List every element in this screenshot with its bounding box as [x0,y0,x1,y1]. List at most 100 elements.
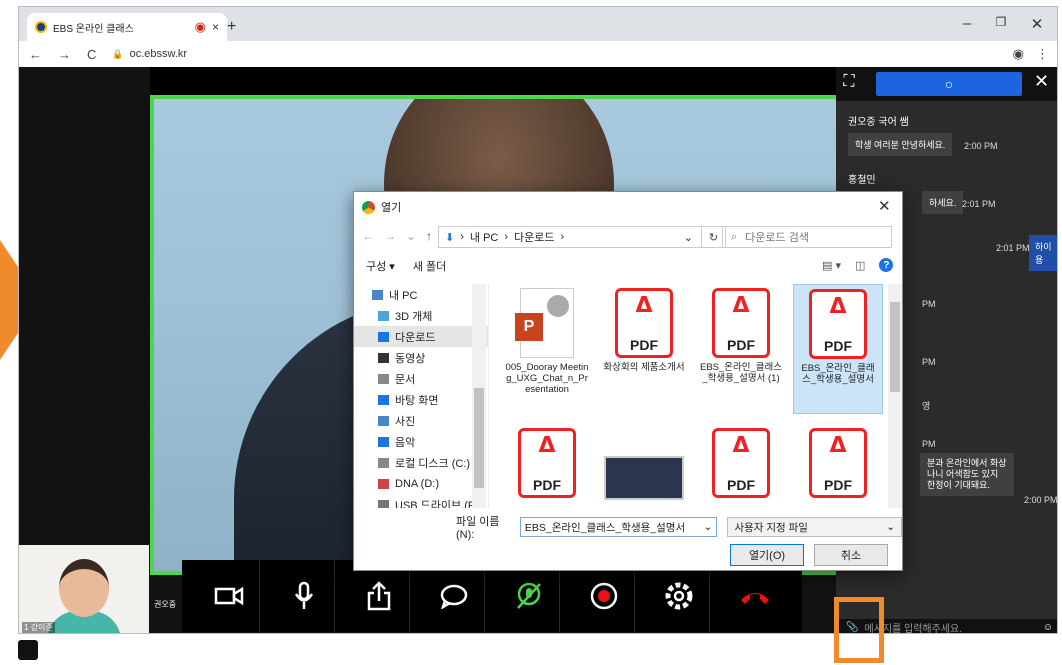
tree-item[interactable]: 문서 [354,368,488,389]
open-button[interactable]: 열기(O) [730,544,804,566]
download-folder-icon: ⬇ [445,231,455,244]
tree-item[interactable]: 바탕 화면 [354,389,488,410]
view-options-icon[interactable]: ▤ ▾ [822,259,841,272]
folder-icon [378,436,389,447]
corner-square [18,640,38,660]
tree-item[interactable]: 동영상 [354,347,488,368]
pdf-file-icon: ᐃ PDF [615,288,673,358]
forward-icon[interactable]: → [58,47,71,62]
emoji-icon[interactable]: ☺ [1043,622,1053,633]
chat-sender: 권오중 국어 쌤 [848,117,909,128]
preview-pane-icon[interactable]: ◫ [855,259,865,272]
file-item[interactable]: ᐃ PDF 화상회의 제품소개서 [599,284,689,414]
chat-fragment: 영 [922,401,931,411]
chat-icon [440,584,468,609]
browser-tab[interactable]: EBS 온라인 클래스 ◉ × [27,13,227,41]
tree-item[interactable]: 내 PC [354,284,488,305]
tree-scroll-thumb[interactable] [474,388,484,488]
chat-message: 학생 여러분 안녕하세요. [848,133,953,156]
fullscreen-icon[interactable]: ⛶ [836,73,862,91]
tree-item-label: 내 PC [389,289,418,302]
tree-item[interactable]: 다운로드 [354,326,488,347]
command-bar: 구성 ▾ 새 폴더 [354,254,902,278]
file-item[interactable]: ᐃ PDF EBS_온라인_클래스_학생용_설명서 (1) [696,284,786,414]
folder-tree: 내 PC 3D 개체다운로드동영상문서바탕 화면사진음악로컬 디스크 (C:) DN… [354,284,489,508]
chat-message: 하세요. [922,191,964,214]
folder-icon [378,373,389,384]
image-thumbnail-icon [604,456,684,500]
tree-item[interactable]: USB 드라이브 (F [354,494,488,508]
filename-label: 파일 이름(N): [456,516,500,541]
tree-item-label: 바탕 화면 [395,394,439,407]
chat-message: 분과 온라인에서 화상 나니 어색함도 있지 한정이 기대돼요. [920,453,1014,496]
tab-close-icon[interactable]: × [212,20,219,34]
tree-item[interactable]: 음악 [354,431,488,452]
breadcrumb-sep-icon: › [504,231,509,243]
folder-icon [378,499,389,508]
profile-icon[interactable]: ◉ [1013,46,1024,62]
speaker-name: 권오중 [154,600,177,609]
mic-button[interactable] [275,560,335,632]
file-item[interactable]: P 005_Dooray Meeting_UXG_Chat_n_Presentat… [502,284,592,414]
tree-item-label: 로컬 디스크 (C:) [395,457,471,470]
url-field[interactable]: oc.ebssw.kr [130,48,187,60]
tree-item[interactable]: DNA (D:) [354,473,488,494]
breadcrumb[interactable]: ⬇ › 내 PC › 다운로드 › ⌄ [438,226,702,248]
record-dot-icon: ◉ [194,19,206,34]
help-icon[interactable]: ? [879,258,894,272]
chat-tab[interactable]: ○ [876,72,1022,96]
path-dropdown-icon[interactable]: ⌄ [684,231,693,244]
participant-thumbnail[interactable]: 1 강이준 [19,545,149,633]
new-tab-button[interactable]: + [227,18,236,36]
address-bar: ← → C 🔒 oc.ebssw.kr ◉ ⋮ [19,41,1057,67]
microphone-icon [294,581,314,609]
camera-button[interactable] [200,560,260,632]
tree-item-label: 다운로드 [395,331,436,344]
dialog-title: 열기 [381,202,402,214]
window-close-icon[interactable]: ✕ [1017,15,1057,33]
new-folder-button[interactable]: 새 폴더 [413,258,446,274]
settings-icon [665,582,693,610]
tree-item[interactable]: 로컬 디스크 (C:) [354,452,488,473]
tree-item[interactable]: 3D 개체 [354,305,488,326]
chat-sender: 홍철민 [848,175,876,186]
file-item[interactable]: ᐃ PDF [502,424,592,508]
file-item[interactable]: ᐃ PDF [696,424,786,508]
forward-icon[interactable]: → [384,229,396,243]
breadcrumb-item[interactable]: 내 PC [470,229,498,245]
chat-time: PM [922,299,936,309]
back-icon[interactable]: ← [29,47,42,62]
recent-chevron-icon[interactable]: ⌄ [406,229,416,243]
file-item[interactable]: ᐃ PDF EBS_온라인_클래스_학생용_설명서 [793,284,883,414]
tree-item-label: 문서 [395,373,416,386]
files-scroll-thumb[interactable] [890,302,900,392]
breadcrumb-item[interactable]: 다운로드 [514,229,554,245]
chat-header: ⛶ ○ ✕ [836,67,1057,101]
folder-icon [378,352,389,363]
dialog-titlebar: 열기 [354,192,902,222]
back-icon[interactable]: ← [362,229,374,243]
breadcrumb-sep-icon: › [460,231,464,243]
file-item[interactable]: ᐃ PDF [793,424,883,508]
camera-icon [214,586,244,606]
search-field[interactable]: ⌕ 다운로드 검색 [722,226,892,248]
mic-activity-icon [517,582,541,609]
pdf-file-icon: ᐃ PDF [518,428,576,498]
pdf-file-icon: ᐃ PDF [712,428,770,498]
organize-button[interactable]: 구성 ▾ [366,258,395,274]
reload-icon[interactable]: C [87,47,96,62]
dialog-close-icon[interactable]: ✕ [878,197,891,215]
chevron-down-icon: ⌄ [703,521,713,533]
up-icon[interactable]: ↑ [426,229,432,243]
menu-icon[interactable]: ⋮ [1036,46,1049,62]
maximize-icon[interactable]: ❐ [981,15,1021,29]
file-item[interactable] [599,424,689,508]
search-placeholder: 다운로드 검색 [745,232,809,244]
filetype-select[interactable]: 사용자 지정 파일 ⌄ [727,517,903,537]
tree-item[interactable]: 사진 [354,410,488,431]
filename-input[interactable]: EBS_온라인_클래스_학생용_설명서 ⌄ [519,517,718,537]
tree-item-label: 음악 [395,436,416,449]
cancel-button[interactable]: 취소 [814,544,888,566]
my-chat-message: 하이용 [1029,235,1057,271]
chat-close-icon[interactable]: ✕ [1034,71,1049,92]
